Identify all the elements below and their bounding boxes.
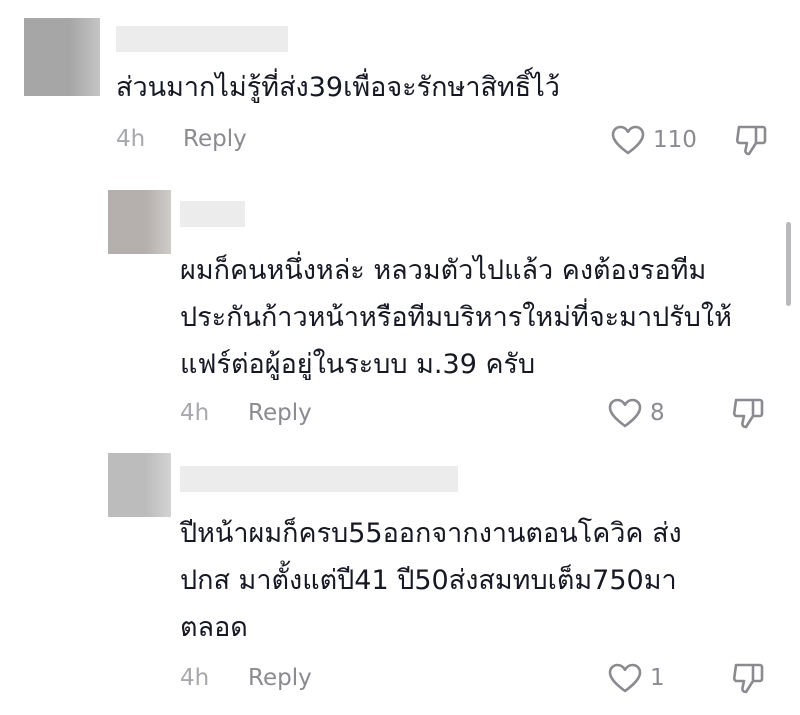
thumbs-down-icon[interactable]	[731, 396, 765, 430]
like-count: 110	[653, 127, 697, 153]
like-button[interactable]: 110	[611, 124, 697, 156]
comment-line: แฟร์ต่อผู้อยู่ในระบบ ม.39 ครับ	[180, 349, 536, 380]
thumbs-down-icon[interactable]	[731, 661, 765, 695]
comment-line: ผมก็คนหนึ่งหล่ะ หลวมตัวไปแล้ว คงต้องรอที…	[180, 255, 707, 286]
heart-outline-icon	[608, 397, 642, 429]
username-redacted[interactable]	[180, 201, 245, 227]
comment-line: ส่วนมากไม่รู้ที่ส่ง39เพื่อจะรักษาสิทธิ์ไ…	[116, 72, 560, 103]
comment-line: ปีหน้าผมก็ครบ55ออกจากงานตอนโควิค ส่ง	[180, 518, 682, 549]
comment-text: ผมก็คนหนึ่งหล่ะ หลวมตัวไปแล้ว คงต้องรอที…	[180, 247, 732, 388]
like-button[interactable]: 1	[608, 662, 665, 694]
comment-time: 4h	[180, 400, 210, 426]
username-redacted[interactable]	[116, 26, 288, 52]
avatar[interactable]	[24, 18, 100, 96]
reply-button[interactable]: Reply	[248, 400, 312, 426]
heart-outline-icon	[608, 662, 642, 694]
thumbs-down-icon[interactable]	[734, 123, 768, 157]
like-count: 1	[650, 665, 665, 691]
avatar[interactable]	[108, 453, 171, 517]
reply-button[interactable]: Reply	[248, 665, 312, 691]
comment-line: ปกส มาตั้งแต่ปี41 ปี50ส่งสมทบเต็ม750มา	[180, 565, 677, 596]
heart-outline-icon	[611, 124, 645, 156]
like-count: 8	[650, 400, 665, 426]
comment-time: 4h	[180, 665, 210, 691]
avatar[interactable]	[108, 190, 171, 254]
comment-line: ประกันก้าวหน้าหรือทีมบริหารใหม่ที่จะมาปร…	[180, 302, 732, 333]
reply-button[interactable]: Reply	[183, 126, 247, 152]
comment-text: ปีหน้าผมก็ครบ55ออกจากงานตอนโควิค ส่ง ปกส…	[180, 510, 682, 651]
scrollbar[interactable]	[786, 222, 791, 306]
comment-line: ตลอด	[180, 612, 248, 643]
comment-text: ส่วนมากไม่รู้ที่ส่ง39เพื่อจะรักษาสิทธิ์ไ…	[116, 64, 560, 111]
like-button[interactable]: 8	[608, 397, 665, 429]
username-redacted[interactable]	[180, 466, 458, 492]
comment-time: 4h	[116, 126, 146, 152]
